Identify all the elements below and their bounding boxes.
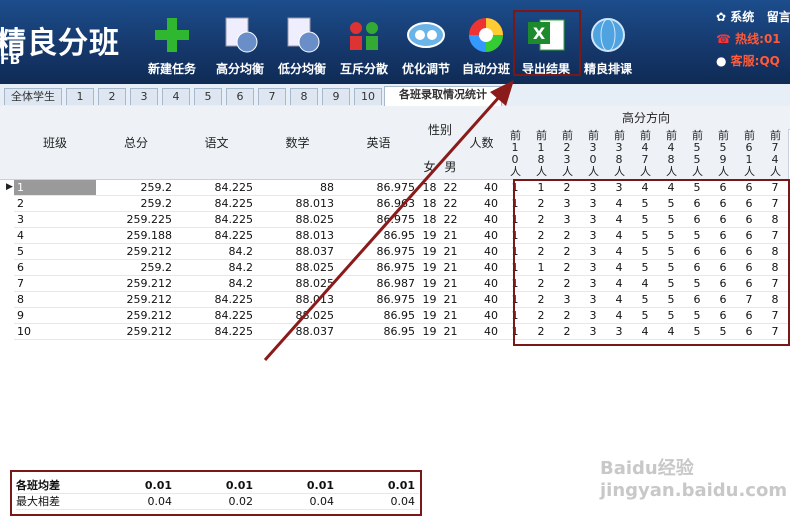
annotation-arrow <box>263 80 514 361</box>
